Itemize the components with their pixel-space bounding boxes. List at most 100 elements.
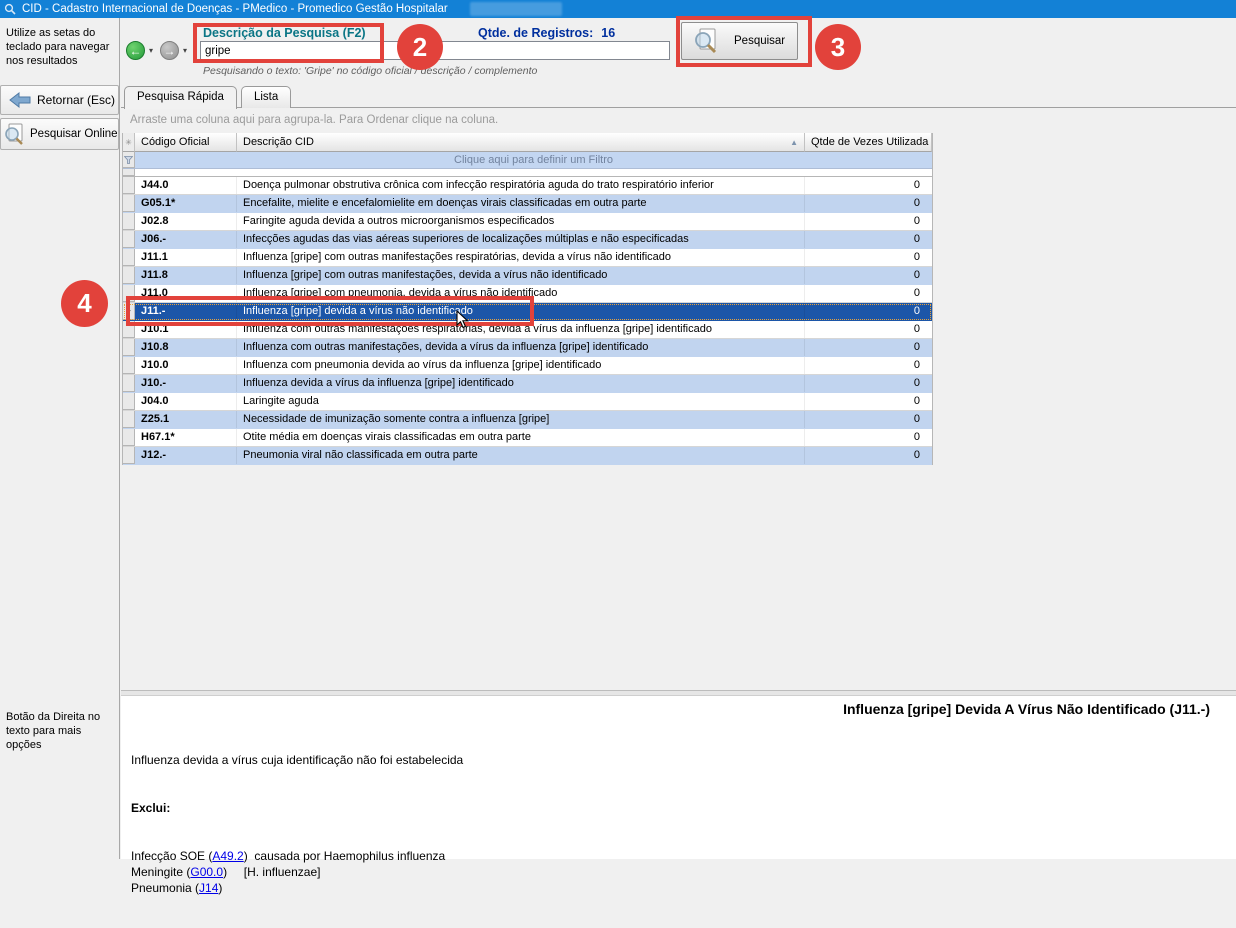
usage-count-cell[interactable]: 0 — [805, 321, 932, 338]
cid-description-cell[interactable]: Influenza [gripe] com outras manifestaçõ… — [237, 267, 805, 284]
table-row[interactable]: J11.0 Influenza [gripe] com pneumonia, d… — [123, 285, 932, 303]
usage-count-cell[interactable]: 0 — [805, 249, 932, 266]
table-row[interactable]: H67.1* Otite média em doenças virais cla… — [123, 429, 932, 447]
cid-code-cell[interactable]: J04.0 — [135, 393, 237, 410]
cid-description-cell[interactable]: Influenza [gripe] com outras manifestaçõ… — [237, 249, 805, 266]
cid-code-cell[interactable]: J10.8 — [135, 339, 237, 356]
table-row[interactable]: ► J11.- Influenza [gripe] devida a vírus… — [123, 303, 932, 321]
usage-count-cell[interactable]: 0 — [805, 285, 932, 302]
cid-code-cell[interactable]: J11.0 — [135, 285, 237, 302]
usage-count-cell[interactable]: 0 — [805, 339, 932, 356]
cid-code-cell[interactable]: J12.- — [135, 447, 237, 464]
usage-count-cell[interactable]: 0 — [805, 303, 932, 320]
cid-code-cell[interactable]: Z25.1 — [135, 411, 237, 428]
usage-count-cell[interactable]: 0 — [805, 177, 932, 194]
cid-code-cell[interactable]: J02.8 — [135, 213, 237, 230]
row-indicator[interactable] — [123, 321, 135, 338]
cid-description-cell[interactable]: Pneumonia viral não classificada em outr… — [237, 447, 805, 464]
tab-lista[interactable]: Lista — [241, 86, 291, 108]
cid-code-cell[interactable]: J10.1 — [135, 321, 237, 338]
cid-description-cell[interactable]: Otite média em doenças virais classifica… — [237, 429, 805, 446]
row-indicator[interactable] — [123, 249, 135, 266]
cid-description-cell[interactable]: Influenza [gripe] devida a vírus não ide… — [237, 303, 805, 320]
cid-description-cell[interactable]: Necessidade de imunização somente contra… — [237, 411, 805, 428]
table-row[interactable]: J10.1 Influenza com outras manifestações… — [123, 321, 932, 339]
cid-description-cell[interactable]: Doença pulmonar obstrutiva crônica com i… — [237, 177, 805, 194]
table-row[interactable]: J10.8 Influenza com outras manifestações… — [123, 339, 932, 357]
table-row[interactable]: J10.0 Influenza com pneumonia devida ao … — [123, 357, 932, 375]
row-indicator[interactable]: ► — [123, 303, 135, 320]
row-indicator[interactable] — [123, 177, 135, 194]
column-header-qtde[interactable]: Qtde de Vezes Utilizada — [805, 133, 932, 152]
row-indicator[interactable] — [123, 231, 135, 248]
row-indicator[interactable] — [123, 357, 135, 374]
table-row[interactable]: G05.1* Encefalite, mielite e encefalomie… — [123, 195, 932, 213]
row-indicator[interactable] — [123, 267, 135, 284]
row-indicator[interactable] — [123, 285, 135, 302]
table-row[interactable]: J11.8 Influenza [gripe] com outras manif… — [123, 267, 932, 285]
row-indicator[interactable] — [123, 429, 135, 446]
usage-count-cell[interactable]: 0 — [805, 231, 932, 248]
table-row[interactable]: J10.- Influenza devida a vírus da influe… — [123, 375, 932, 393]
cid-code-cell[interactable]: J10.- — [135, 375, 237, 392]
cid-code-link[interactable]: J14 — [199, 881, 218, 895]
cid-description-cell[interactable]: Influenza [gripe] com pneumonia, devida … — [237, 285, 805, 302]
row-indicator[interactable] — [123, 213, 135, 230]
cid-code-cell[interactable]: J06.- — [135, 231, 237, 248]
table-row[interactable]: Z25.1 Necessidade de imunização somente … — [123, 411, 932, 429]
cid-description-cell[interactable]: Laringite aguda — [237, 393, 805, 410]
cid-description-cell[interactable]: Faringite aguda devida a outros microorg… — [237, 213, 805, 230]
sort-ascending-icon[interactable]: ▲ — [790, 138, 798, 147]
tab-pesquisa-rapida[interactable]: Pesquisa Rápida — [124, 86, 237, 109]
table-row[interactable]: J04.0 Laringite aguda 0 — [123, 393, 932, 411]
row-indicator[interactable] — [123, 195, 135, 212]
usage-count-cell[interactable]: 0 — [805, 267, 932, 284]
column-header-codigo[interactable]: Código Oficial — [135, 133, 237, 152]
cid-code-cell[interactable]: G05.1* — [135, 195, 237, 212]
cid-code-cell[interactable]: J44.0 — [135, 177, 237, 194]
row-indicator[interactable] — [123, 375, 135, 392]
table-row[interactable]: J12.- Pneumonia viral não classificada e… — [123, 447, 932, 465]
cid-description-cell[interactable]: Encefalite, mielite e encefalomielite em… — [237, 195, 805, 212]
cid-description-cell[interactable]: Infecções agudas das vias aéreas superio… — [237, 231, 805, 248]
cid-description-cell[interactable]: Influenza com pneumonia devida ao vírus … — [237, 357, 805, 374]
nav-forward-caret-icon[interactable]: ▾ — [183, 46, 187, 55]
usage-count-cell[interactable]: 0 — [805, 411, 932, 428]
cid-code-cell[interactable]: J11.- — [135, 303, 237, 320]
filter-row[interactable]: Clique aqui para definir um Filtro — [123, 152, 932, 169]
usage-count-cell[interactable]: 0 — [805, 393, 932, 410]
usage-count-cell[interactable]: 0 — [805, 429, 932, 446]
search-online-button[interactable]: Pesquisar Online — [0, 118, 119, 150]
cid-code-cell[interactable]: J10.0 — [135, 357, 237, 374]
nav-back-button[interactable]: ← — [126, 41, 145, 60]
cid-code-cell[interactable]: H67.1* — [135, 429, 237, 446]
usage-count-cell[interactable]: 0 — [805, 195, 932, 212]
cid-code-cell[interactable]: J11.1 — [135, 249, 237, 266]
nav-forward-button[interactable]: → — [160, 41, 179, 60]
row-indicator[interactable] — [123, 447, 135, 464]
usage-count-cell[interactable]: 0 — [805, 357, 932, 374]
table-row[interactable]: J02.8 Faringite aguda devida a outros mi… — [123, 213, 932, 231]
usage-count-cell[interactable]: 0 — [805, 213, 932, 230]
cid-description-cell[interactable]: Influenza com outras manifestações respi… — [237, 321, 805, 338]
cid-code-cell[interactable]: J11.8 — [135, 267, 237, 284]
usage-count-cell[interactable]: 0 — [805, 447, 932, 464]
row-indicator[interactable] — [123, 393, 135, 410]
filter-hint-text[interactable]: Clique aqui para definir um Filtro — [135, 152, 932, 168]
search-button[interactable]: Pesquisar — [681, 22, 798, 60]
usage-count-cell[interactable]: 0 — [805, 375, 932, 392]
cid-description-cell[interactable]: Influenza devida a vírus da influenza [g… — [237, 375, 805, 392]
cid-description-cell[interactable]: Influenza com outras manifestações, devi… — [237, 339, 805, 356]
cid-code-link[interactable]: A49.2 — [212, 849, 243, 863]
row-indicator[interactable] — [123, 411, 135, 428]
table-row[interactable]: J11.1 Influenza [gripe] com outras manif… — [123, 249, 932, 267]
cid-code-link[interactable]: G00.0 — [190, 865, 223, 879]
select-all-cell[interactable]: ✳ — [123, 133, 135, 152]
column-header-descricao[interactable]: Descrição CID ▲ — [237, 133, 805, 152]
return-button[interactable]: Retornar (Esc) — [0, 85, 119, 115]
table-row[interactable]: J44.0 Doença pulmonar obstrutiva crônica… — [123, 177, 932, 195]
row-indicator[interactable] — [123, 339, 135, 356]
nav-back-caret-icon[interactable]: ▾ — [149, 46, 153, 55]
table-row[interactable]: J06.- Infecções agudas das vias aéreas s… — [123, 231, 932, 249]
filter-icon-cell[interactable] — [123, 152, 135, 168]
